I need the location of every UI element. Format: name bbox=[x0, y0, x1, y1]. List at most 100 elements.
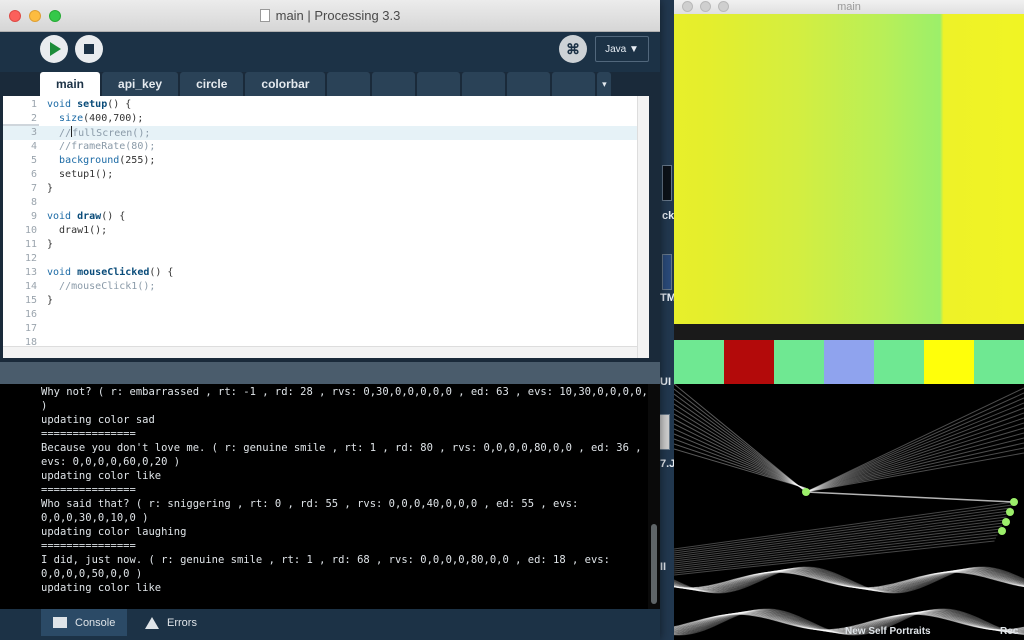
tab-circle[interactable]: circle bbox=[180, 72, 244, 96]
console-line: updating color like bbox=[41, 470, 162, 482]
connection-line bbox=[805, 452, 1024, 493]
console-scroll-thumb[interactable] bbox=[651, 524, 657, 604]
code-text[interactable]: void mouseClicked() { bbox=[47, 266, 173, 280]
code-line[interactable]: 7} bbox=[3, 182, 637, 196]
document-icon bbox=[259, 9, 270, 22]
code-line[interactable]: 3 //fullScreen(); bbox=[3, 126, 637, 140]
tab-api-key[interactable]: api_key bbox=[102, 72, 179, 96]
code-text[interactable]: void setup() { bbox=[47, 98, 131, 112]
sketch-window: main bbox=[674, 0, 1024, 640]
color-swatch[interactable] bbox=[974, 340, 1024, 384]
console-output[interactable]: Why not? ( r: embarrassed , rt: -1 , rd:… bbox=[0, 384, 660, 609]
code-text[interactable]: size(400,700); bbox=[47, 112, 143, 126]
connection-line bbox=[674, 510, 1010, 556]
stop-icon bbox=[84, 44, 94, 54]
code-line[interactable]: 17 bbox=[3, 322, 637, 336]
console-tab[interactable]: Console bbox=[41, 609, 128, 636]
code-text[interactable]: } bbox=[47, 238, 53, 252]
debug-button[interactable]: ⌘ bbox=[559, 35, 587, 63]
line-number: 4 bbox=[30, 141, 37, 152]
editor-horizontal-scrollbar[interactable] bbox=[3, 346, 637, 358]
line-number: 7 bbox=[30, 183, 37, 194]
color-swatch[interactable] bbox=[674, 340, 724, 384]
console-scrollbar[interactable] bbox=[648, 384, 660, 609]
console-line: ) bbox=[41, 400, 48, 412]
code-line[interactable]: 14 //mouseClick1(); bbox=[3, 280, 637, 294]
console-line: Why not? ( r: embarrassed , rt: -1 , rd:… bbox=[41, 386, 655, 398]
window-title-text: main | Processing 3.3 bbox=[275, 8, 401, 23]
line-number: 14 bbox=[24, 281, 37, 292]
editor-vertical-scrollbar[interactable] bbox=[637, 96, 649, 358]
errors-tab[interactable]: Errors bbox=[133, 609, 209, 636]
code-line[interactable]: 11} bbox=[3, 238, 637, 252]
desktop-icon[interactable] bbox=[662, 254, 672, 290]
console-line: 0,0,0,30,0,10,0 ) bbox=[41, 512, 149, 524]
code-text[interactable]: //mouseClick1(); bbox=[47, 280, 155, 294]
window-titlebar[interactable]: main | Processing 3.3 bbox=[0, 0, 660, 32]
desktop-label: Rec bbox=[1000, 626, 1019, 637]
sketch-dark-band bbox=[674, 324, 1024, 340]
line-visualization[interactable] bbox=[674, 384, 1024, 640]
zoom-window-button[interactable] bbox=[49, 10, 61, 22]
close-sketch-button[interactable] bbox=[682, 1, 693, 12]
code-line[interactable]: 8 bbox=[3, 196, 637, 210]
code-text[interactable]: background(255); bbox=[47, 154, 155, 168]
sketch-titlebar[interactable]: main bbox=[674, 0, 1024, 14]
code-text[interactable]: //frameRate(80); bbox=[47, 140, 155, 154]
tab-menu-button[interactable]: ▾ bbox=[597, 72, 612, 96]
console-line: =============== bbox=[41, 428, 136, 440]
run-button[interactable] bbox=[40, 35, 68, 63]
console-line: evs: 0,0,0,0,60,0,20 ) bbox=[41, 456, 181, 468]
tab-empty bbox=[327, 72, 371, 96]
code-text[interactable]: void draw() { bbox=[47, 210, 125, 224]
line-number: 16 bbox=[24, 309, 37, 320]
network-node bbox=[1010, 498, 1018, 506]
network-node bbox=[998, 527, 1006, 535]
code-text[interactable]: setup1(); bbox=[47, 168, 113, 182]
code-line[interactable]: 15} bbox=[3, 294, 637, 308]
line-number: 17 bbox=[24, 323, 37, 334]
code-line[interactable]: 9 void draw() { bbox=[3, 210, 637, 224]
code-line[interactable]: 13 void mouseClicked() { bbox=[3, 266, 637, 280]
connection-line bbox=[805, 432, 1024, 493]
color-bar[interactable] bbox=[674, 340, 1024, 384]
color-swatch[interactable] bbox=[774, 340, 824, 384]
code-text[interactable]: } bbox=[47, 294, 53, 308]
color-swatch[interactable] bbox=[724, 340, 774, 384]
code-line[interactable]: 6 setup1(); bbox=[3, 168, 637, 182]
sketch-gradient-area[interactable] bbox=[674, 14, 1024, 324]
code-line[interactable]: 5 background(255); bbox=[3, 154, 637, 168]
desktop-label: 7.J bbox=[660, 458, 676, 470]
desktop-icon[interactable] bbox=[662, 165, 672, 201]
code-line[interactable]: 1 void setup() { bbox=[3, 98, 637, 112]
window-controls bbox=[9, 10, 61, 22]
console-line: =============== bbox=[41, 484, 136, 496]
network-node bbox=[1006, 508, 1014, 516]
tab-main[interactable]: main bbox=[40, 72, 101, 96]
editor-console-divider[interactable] bbox=[0, 362, 660, 384]
code-text[interactable]: } bbox=[47, 182, 53, 196]
stop-button[interactable] bbox=[75, 35, 103, 63]
line-number: 11 bbox=[24, 239, 37, 250]
code-editor[interactable]: 1 void setup() {2 size(400,700); 3 //fullS… bbox=[3, 96, 637, 346]
code-line[interactable]: 12 bbox=[3, 252, 637, 266]
zoom-sketch-button[interactable] bbox=[718, 1, 729, 12]
close-window-button[interactable] bbox=[9, 10, 21, 22]
minimize-sketch-button[interactable] bbox=[700, 1, 711, 12]
code-line[interactable]: 18 bbox=[3, 336, 637, 346]
minimize-window-button[interactable] bbox=[29, 10, 41, 22]
code-line[interactable]: 10 draw1(); bbox=[3, 224, 637, 238]
code-text[interactable]: //fullScreen(); bbox=[47, 126, 150, 141]
code-text[interactable]: draw1(); bbox=[47, 224, 107, 238]
line-number: 15 bbox=[24, 295, 37, 306]
connection-line bbox=[674, 513, 1009, 558]
connection-line bbox=[805, 491, 1015, 503]
color-swatch[interactable] bbox=[924, 340, 974, 384]
code-line[interactable]: 16 bbox=[3, 308, 637, 322]
code-line[interactable]: 2 size(400,700); bbox=[3, 112, 637, 126]
mode-selector[interactable]: Java ▼ bbox=[595, 36, 649, 62]
color-swatch[interactable] bbox=[824, 340, 874, 384]
code-line[interactable]: 4 //frameRate(80); bbox=[3, 140, 637, 154]
color-swatch[interactable] bbox=[874, 340, 924, 384]
tab-colorbar[interactable]: colorbar bbox=[245, 72, 326, 96]
